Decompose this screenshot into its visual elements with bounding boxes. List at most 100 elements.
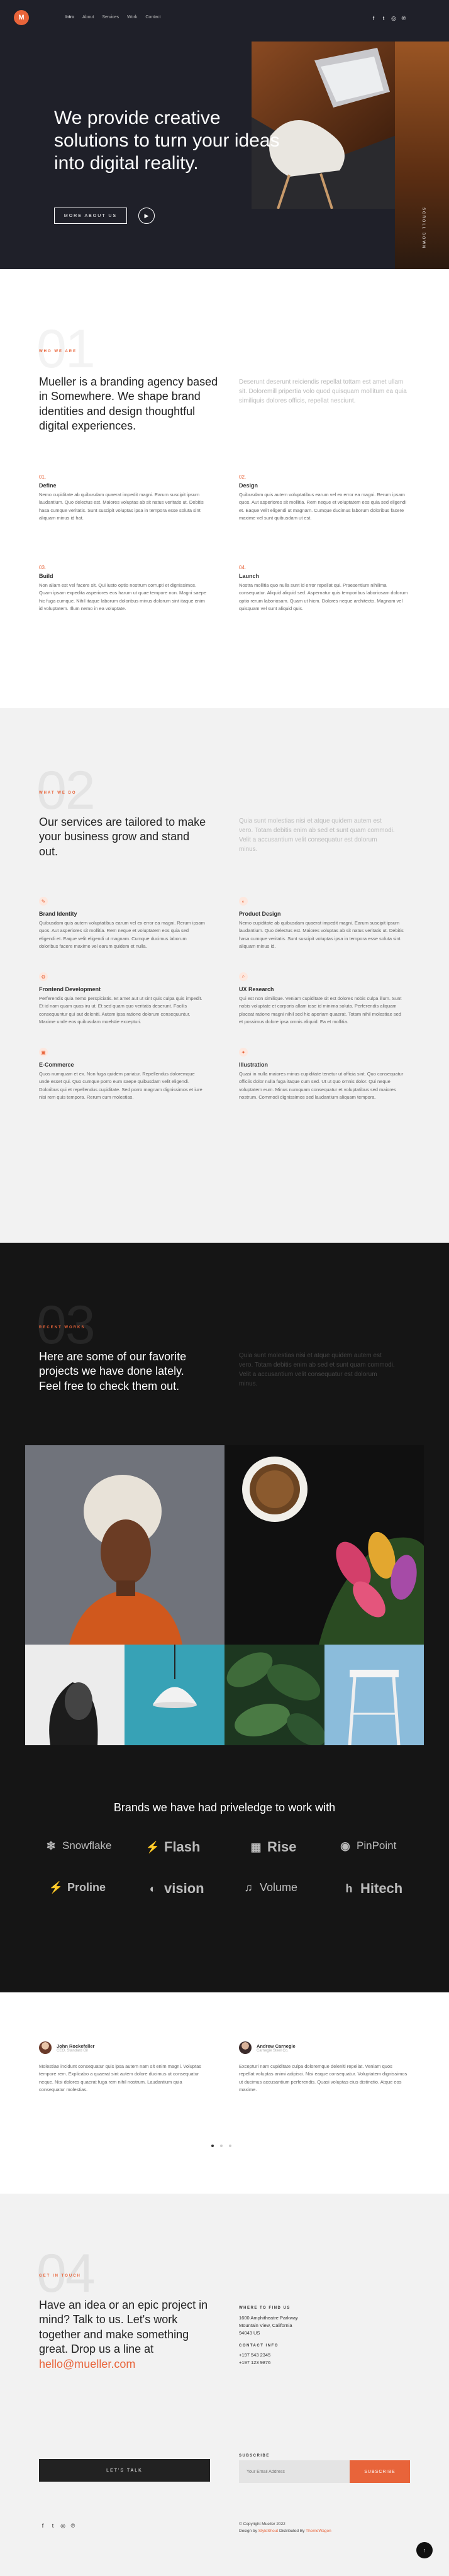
section-number: 04 bbox=[36, 2243, 96, 2304]
phone-number[interactable]: +197 123 9876 bbox=[239, 2359, 396, 2367]
portfolio-item[interactable] bbox=[25, 1445, 224, 1645]
more-about-button[interactable]: MORE ABOUT US bbox=[54, 208, 127, 224]
contact-email-link[interactable]: hello@mueller.com bbox=[39, 2358, 135, 2370]
brand-logo: ⚡ Flash bbox=[145, 1839, 201, 1855]
testimonial-author: John Rockefeller bbox=[57, 2043, 95, 2049]
volume-icon: ♫ bbox=[244, 1880, 253, 1894]
carousel-dots bbox=[211, 2145, 231, 2147]
contact-heading: Have an idea or an epic project in mind?… bbox=[39, 2298, 215, 2372]
portfolio-item[interactable] bbox=[224, 1445, 424, 1645]
subscribe-button[interactable]: SUBSCRIBE bbox=[350, 2460, 410, 2483]
credit-mid: Distributed By bbox=[278, 2529, 306, 2534]
testimonial-text: Molestiae incidunt consequatur quis ipsa… bbox=[39, 2063, 202, 2093]
brand-logo: ❄ Snowflake bbox=[44, 1839, 111, 1853]
instagram-icon[interactable]: ◎ bbox=[59, 2522, 67, 2529]
phone-number[interactable]: +197 543 2345 bbox=[239, 2351, 396, 2359]
service-text: Quos numquam et ex. Non fuga quidem pari… bbox=[39, 1071, 202, 1101]
credit-design-link[interactable]: StyleShout bbox=[258, 2529, 278, 2533]
footer-copyright: © Copyright Mueller 2022 Design by Style… bbox=[239, 2521, 331, 2534]
nav-item-contact[interactable]: Contact bbox=[145, 15, 160, 19]
intro-section: 01 WHO WE ARE Mueller is a branding agen… bbox=[0, 269, 449, 708]
process-step: 03. Build Non aliam est vel facere sit. … bbox=[39, 565, 209, 613]
portfolio-item[interactable] bbox=[125, 1645, 224, 1745]
carousel-dot[interactable] bbox=[220, 2145, 223, 2147]
step-number: 03. bbox=[39, 565, 47, 570]
brand-logo: ▦ Rise bbox=[249, 1839, 296, 1855]
brand-name: vision bbox=[164, 1880, 204, 1896]
step-title: Define bbox=[39, 482, 57, 489]
step-text: Nemo cupiditate ab quibusdam quaerat imp… bbox=[39, 492, 204, 521]
works-section: 03 RECENT WORKS Here are some of our fav… bbox=[0, 1243, 449, 1992]
contact-info: WHERE TO FIND US 1600 Amphitheatre Parkw… bbox=[239, 2306, 396, 2367]
facebook-icon[interactable]: f bbox=[39, 2522, 47, 2529]
contact-label: CONTACT INFO bbox=[239, 2343, 279, 2348]
process-step: 02. Design Quibusdam quis autem voluptat… bbox=[239, 474, 409, 523]
address-line: Mountain View, California bbox=[239, 2322, 292, 2328]
lets-talk-button[interactable]: LET'S TALK bbox=[39, 2459, 210, 2482]
header-social: f t ◎ ℗ bbox=[370, 14, 410, 22]
brand-name: Flash bbox=[164, 1839, 201, 1855]
pinterest-icon[interactable]: ℗ bbox=[69, 2522, 77, 2529]
step-title: Launch bbox=[239, 573, 260, 579]
carousel-dot[interactable] bbox=[211, 2145, 214, 2147]
hero-section: M Intro About Services Work Contact f t … bbox=[0, 0, 449, 269]
section-number: 01 bbox=[36, 319, 96, 379]
portfolio-item[interactable] bbox=[25, 1645, 125, 1745]
subscribe-email-input[interactable] bbox=[239, 2460, 350, 2483]
nav-item-about[interactable]: About bbox=[82, 15, 94, 19]
brand-name: Proline bbox=[67, 1880, 106, 1894]
carousel-dot[interactable] bbox=[229, 2145, 231, 2147]
step-number: 01. bbox=[39, 474, 47, 480]
where-label: WHERE TO FIND US bbox=[239, 2306, 291, 2310]
play-video-button[interactable]: ▶ bbox=[138, 208, 155, 224]
service-title: Product Design bbox=[239, 911, 281, 917]
brand-name: Volume bbox=[260, 1880, 298, 1894]
portfolio-item[interactable] bbox=[224, 1645, 324, 1745]
services-lead: Quia sunt molestias nisi et atque quidem… bbox=[239, 818, 395, 853]
brand-logo: ⚡ Proline bbox=[49, 1880, 106, 1894]
portfolio-item[interactable] bbox=[324, 1645, 424, 1745]
section-eyebrow: GET IN TOUCH bbox=[39, 2274, 81, 2278]
nav-item-intro[interactable]: Intro bbox=[65, 15, 74, 19]
works-lead: Quia sunt molestias nisi et atque quidem… bbox=[239, 1352, 395, 1387]
service-title: E-Commerce bbox=[39, 1062, 74, 1068]
step-title: Design bbox=[239, 482, 258, 489]
section-number: 02 bbox=[36, 760, 96, 821]
section-eyebrow: WHO WE ARE bbox=[39, 350, 77, 353]
service-text: Quibusdam quis autem voluptatibus earum … bbox=[39, 920, 205, 950]
testimonials-section: John Rockefeller CEO, Standard Oil Moles… bbox=[0, 1992, 449, 2194]
intro-lead: Deserunt deserunt reiciendis repellat to… bbox=[239, 379, 407, 404]
scroll-down-link[interactable]: SCROLL DOWN bbox=[421, 208, 425, 249]
services-heading: Our services are tailored to make your b… bbox=[39, 816, 206, 858]
service-item: ⌕ UX Research Qui est non similique. Ven… bbox=[239, 972, 406, 1026]
nav-item-services[interactable]: Services bbox=[102, 15, 119, 19]
pinterest-icon[interactable]: ℗ bbox=[400, 14, 407, 22]
step-text: Quibusdam quis autem voluptatibus earum … bbox=[239, 492, 406, 521]
service-text: Perferendis quia nemo perspiciatis. Et a… bbox=[39, 996, 202, 1025]
service-title: UX Research bbox=[239, 986, 274, 992]
back-to-top-button[interactable]: ↑ bbox=[416, 2542, 433, 2558]
cart-icon: ▣ bbox=[39, 1048, 48, 1057]
service-title: Illustration bbox=[239, 1062, 269, 1068]
brand-name: Rise bbox=[267, 1839, 297, 1855]
twitter-icon[interactable]: t bbox=[49, 2522, 57, 2529]
facebook-icon[interactable]: f bbox=[370, 14, 377, 22]
brand-logo: ♫ Volume bbox=[241, 1880, 297, 1894]
testimonial-card: John Rockefeller CEO, Standard Oil Moles… bbox=[39, 2041, 209, 2094]
credit-dist-link[interactable]: ThemeWagon bbox=[306, 2529, 331, 2533]
contact-heading-text: Have an idea or an epic project in mind?… bbox=[39, 2299, 208, 2356]
avatar bbox=[39, 2041, 52, 2054]
service-item: ⚙ Frontend Development Perferendis quia … bbox=[39, 972, 206, 1026]
pinpoint-icon: ◉ bbox=[340, 1839, 350, 1852]
brand-logo: ◉ PinPoint bbox=[338, 1839, 396, 1853]
flash-icon: ⚡ bbox=[145, 1840, 160, 1853]
nav-item-work[interactable]: Work bbox=[127, 15, 137, 19]
twitter-icon[interactable]: t bbox=[380, 14, 387, 22]
service-title: Brand Identity bbox=[39, 911, 77, 917]
instagram-icon[interactable]: ◎ bbox=[390, 14, 397, 22]
section-eyebrow: RECENT WORKS bbox=[39, 1326, 86, 1330]
section-eyebrow: WHAT WE DO bbox=[39, 791, 77, 795]
vision-icon: ◐ bbox=[149, 1882, 157, 1895]
service-title: Frontend Development bbox=[39, 986, 101, 992]
site-logo[interactable]: M bbox=[14, 10, 29, 25]
